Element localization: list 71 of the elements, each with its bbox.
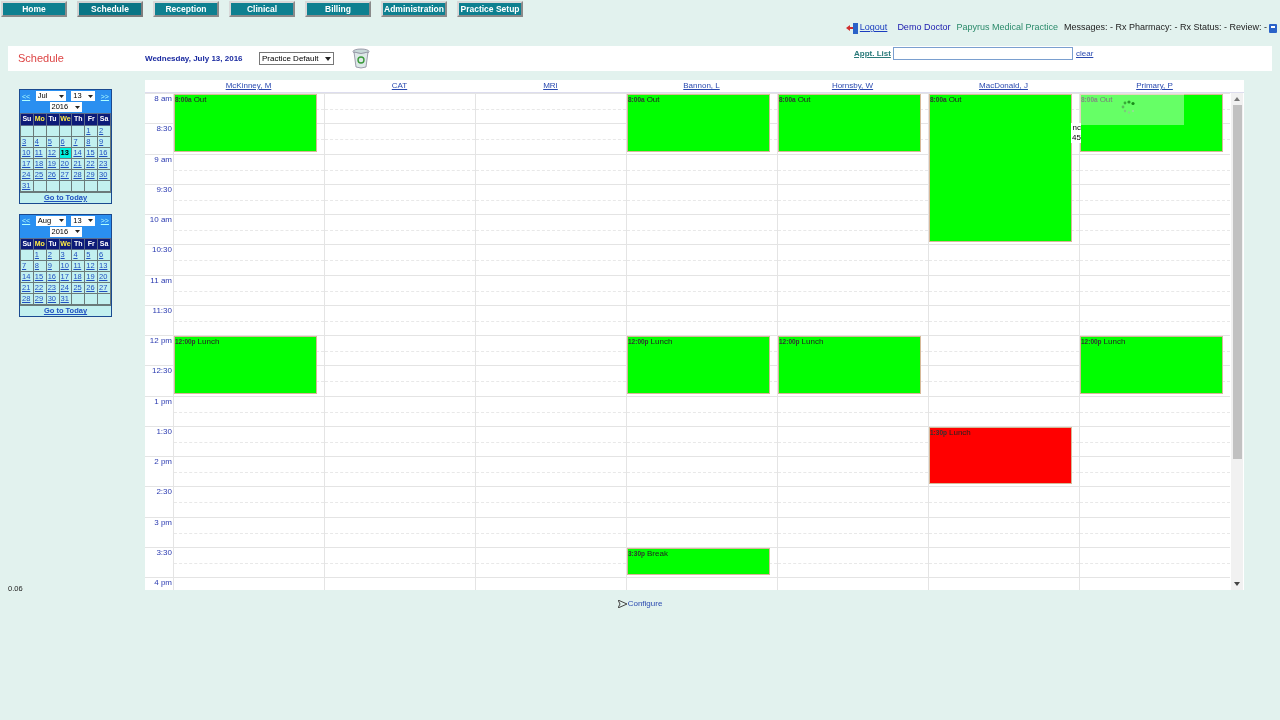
provider-column-link[interactable]: MRI: [543, 80, 558, 92]
popup-text: 45: [1072, 133, 1081, 143]
time-label: 1 pm: [154, 396, 172, 408]
dropdown-caret-icon: [74, 105, 80, 109]
provider-column-link[interactable]: Hornsby, W: [831, 80, 874, 92]
appointment-label: Out: [1099, 95, 1113, 104]
clear-link[interactable]: clear: [1076, 48, 1094, 60]
appointment-label: Out: [797, 95, 811, 104]
door-arrow-icon: [845, 22, 858, 34]
appointment-label: Lunch: [650, 337, 673, 346]
time-label: 2:30: [156, 487, 172, 499]
appointment-label: Out: [193, 95, 207, 104]
provider-column-link[interactable]: MacDonald, J: [979, 80, 1028, 92]
scroll-down-icon: [1234, 582, 1240, 586]
time-label: 4 pm: [154, 578, 172, 589]
search-field[interactable]: [893, 47, 1073, 60]
scrollbar-thumb[interactable]: [1232, 105, 1242, 459]
practice-name: Papyrus Medical Practice: [956, 21, 1058, 35]
time-label: 2 pm: [154, 457, 172, 468]
arrow-icon: [617, 600, 627, 608]
nav-tab[interactable]: Clinical: [229, 1, 295, 17]
appointment-label: Lunch: [801, 337, 824, 346]
provider-column-link[interactable]: Bannon, L: [683, 80, 720, 92]
dropdown-caret-icon: [325, 56, 331, 61]
provider-column-link[interactable]: Primary, P: [1136, 80, 1173, 92]
trash-bin-icon: [352, 48, 370, 69]
appt-list-link[interactable]: Appt. List: [854, 48, 891, 60]
book-icon: [1268, 22, 1278, 34]
time-label: 12:30: [151, 366, 172, 378]
time-label: 3 pm: [154, 517, 172, 529]
dropdown-caret-icon: [88, 219, 94, 222]
status-text: Messages: - Rx Pharmacy: - Rx Status: - Review: -: [1063, 21, 1267, 35]
time-label: 11 am: [150, 275, 172, 287]
appointment-label: Lunch: [197, 337, 220, 346]
time-label: 10 am: [149, 215, 172, 226]
nav-tab[interactable]: Administration: [381, 1, 447, 17]
dropdown-caret-icon: [74, 230, 80, 233]
time-label: 11:30: [152, 305, 172, 317]
nav-tab[interactable]: Billing: [305, 1, 371, 17]
time-label: 9:30: [156, 184, 172, 196]
time-label: 1:30: [156, 426, 172, 438]
time-label: 8 am: [154, 94, 172, 105]
time-label: 9 am: [154, 154, 172, 166]
provider-column-link[interactable]: CAT: [391, 80, 408, 92]
popup-text: nc: [1072, 123, 1081, 133]
time-label: 3:30: [156, 547, 172, 559]
user-name: Demo Doctor: [897, 21, 951, 35]
scroll-up-icon: [1234, 97, 1240, 101]
provider-column-link[interactable]: McKinney, M: [225, 80, 272, 92]
appointment-label: Out: [948, 95, 962, 104]
view-select[interactable]: Practice Default: [259, 52, 334, 65]
scrollbar[interactable]: [1231, 93, 1243, 590]
dropdown-caret-icon: [88, 94, 94, 98]
nav-tab[interactable]: Home: [1, 1, 67, 17]
appointment-label: Lunch: [949, 427, 971, 437]
configure-link[interactable]: Configure: [617, 598, 663, 610]
appointment-label: Lunch: [1103, 337, 1126, 346]
nav-tab[interactable]: Schedule: [77, 1, 143, 17]
time-label: 10:30: [151, 245, 172, 257]
dropdown-caret-icon: [58, 219, 64, 222]
time-label: 12 pm: [149, 336, 172, 347]
nav-tab[interactable]: Practice Setup: [457, 1, 523, 17]
loading-spinner-icon: [1121, 100, 1135, 114]
dropdown-caret-icon: [58, 94, 64, 98]
appointment-label: Out: [646, 95, 660, 104]
nav-tab[interactable]: Reception: [153, 1, 219, 17]
schedule-date: Wednesday, July 13, 2016: [145, 52, 243, 65]
page-title: Schedule: [18, 51, 64, 67]
logout-link[interactable]: Logout: [845, 21, 888, 35]
time-label: 8:30: [156, 124, 172, 136]
appointment-label: Break: [647, 548, 668, 558]
